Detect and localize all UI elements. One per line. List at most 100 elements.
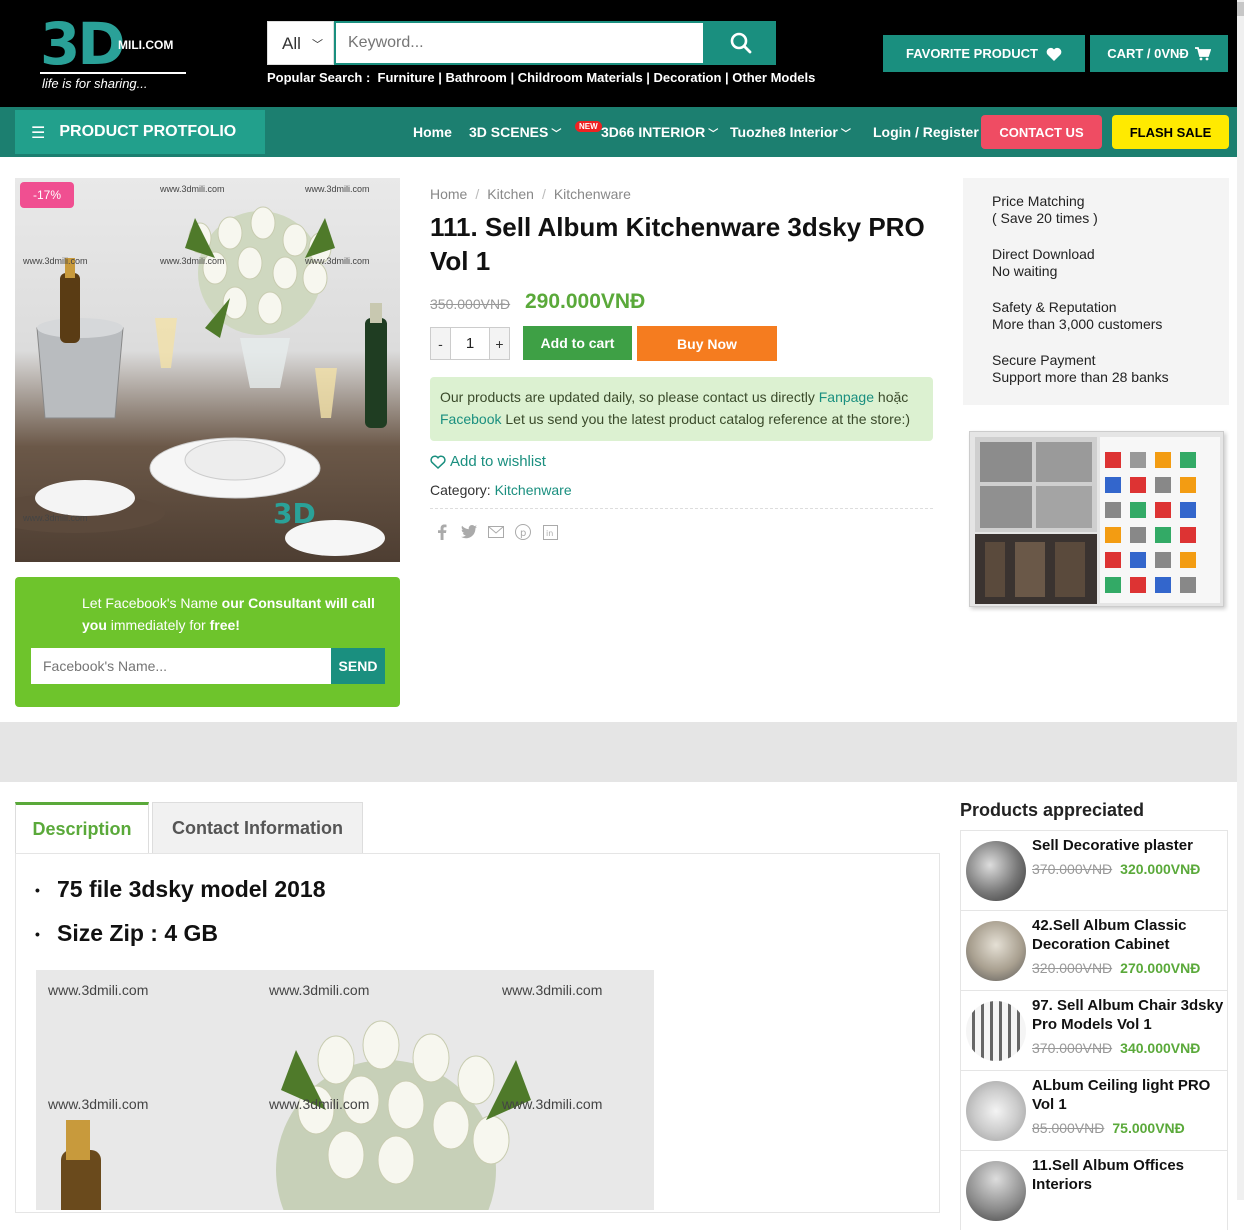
nav-3d66-interior[interactable]: 3D66 INTERIOR ﹀ bbox=[601, 124, 718, 140]
logo-domain: MILI.COM bbox=[118, 38, 174, 52]
scrollbar-thumb[interactable] bbox=[1237, 2, 1244, 16]
sale-badge: -17% bbox=[20, 182, 75, 208]
appreciated-item[interactable]: ALbum Ceiling light PRO Vol 1 85.000VNĐ 7… bbox=[960, 1070, 1228, 1150]
tab-contact-information[interactable]: Contact Information bbox=[152, 802, 363, 854]
appreciated-name: 97. Sell Album Chair 3dsky Pro Models Vo… bbox=[1032, 997, 1224, 1033]
search-input[interactable] bbox=[334, 21, 705, 65]
callback-text: Let Facebook's Name our Consultant will … bbox=[82, 592, 382, 636]
callback-text-4: immediately for bbox=[110, 617, 206, 633]
benefit-sub: ( Save 20 times ) bbox=[992, 210, 1098, 226]
benefit-title: Price Matching bbox=[992, 193, 1085, 209]
watermark: www.3dmili.com bbox=[48, 982, 149, 998]
sale-price: 270.000VNĐ bbox=[1120, 960, 1201, 976]
tab-description[interactable]: Description bbox=[15, 802, 149, 854]
description-bullet: Size Zip : 4 GB bbox=[35, 920, 219, 947]
benefit-direct-download: Direct Download No waiting bbox=[992, 246, 1229, 280]
watermark: www.3dmili.com bbox=[160, 256, 225, 266]
old-price: 85.000VNĐ bbox=[1032, 1120, 1105, 1136]
send-button[interactable]: SEND bbox=[331, 648, 385, 684]
breadcrumb-separator: / bbox=[541, 186, 546, 202]
catalog-banner-image[interactable] bbox=[969, 431, 1224, 607]
nav-3d-scenes[interactable]: 3D SCENES ﹀ bbox=[469, 124, 561, 140]
sale-price: 290.000VNĐ bbox=[525, 290, 646, 313]
nav-login-register[interactable]: Login / Register bbox=[873, 124, 979, 140]
product-portfolio-menu[interactable]: ☰ PRODUCT PROTFOLIO bbox=[15, 110, 265, 154]
search-category-select[interactable]: All ﹀ bbox=[267, 21, 334, 65]
appreciated-prices: 370.000VNĐ 320.000VNĐ bbox=[1032, 861, 1200, 877]
logo-mark: 3D bbox=[40, 10, 125, 78]
callback-text-5: free! bbox=[209, 617, 240, 633]
breadcrumb-home[interactable]: Home bbox=[430, 186, 467, 202]
catalog-image bbox=[975, 437, 1220, 604]
logo-tagline: life is for sharing... bbox=[42, 76, 148, 91]
quantity-input[interactable]: 1 bbox=[451, 327, 489, 360]
svg-text:in: in bbox=[546, 529, 553, 538]
breadcrumb-separator: / bbox=[475, 186, 480, 202]
products-appreciated-title: Products appreciated bbox=[960, 800, 1145, 820]
divider bbox=[430, 508, 933, 509]
facebook-icon[interactable] bbox=[434, 524, 450, 540]
appreciated-item[interactable]: 11.Sell Album Offices Interiors bbox=[960, 1150, 1228, 1230]
buy-now-button[interactable]: Buy Now bbox=[637, 326, 777, 361]
menu-icon: ☰ bbox=[31, 125, 46, 142]
site-logo[interactable]: 3D MILI.COM life is for sharing... bbox=[40, 10, 190, 94]
search-button[interactable] bbox=[705, 21, 776, 65]
breadcrumb-kitchen[interactable]: Kitchen bbox=[487, 186, 534, 202]
watermark: www.3dmili.com bbox=[160, 184, 225, 194]
benefit-sub: Support more than 28 banks bbox=[992, 369, 1169, 385]
product-thumbnail bbox=[966, 1161, 1026, 1221]
product-thumbnail bbox=[966, 921, 1026, 981]
contact-us-button[interactable]: CONTACT US bbox=[981, 115, 1102, 149]
nav-3d66-label: 3D66 INTERIOR bbox=[601, 124, 706, 140]
search-icon bbox=[730, 32, 751, 54]
cart-icon bbox=[1194, 46, 1211, 60]
watermark: www.3dmili.com bbox=[269, 982, 370, 998]
pinterest-icon[interactable]: p bbox=[515, 524, 531, 540]
category-link[interactable]: Kitchenware bbox=[495, 482, 572, 498]
description-image: www.3dmili.com www.3dmili.com www.3dmili… bbox=[36, 970, 654, 1210]
appreciated-item[interactable]: 42.Sell Album Classic Decoration Cabinet… bbox=[960, 910, 1228, 990]
old-price: 320.000VNĐ bbox=[1032, 960, 1113, 976]
quantity-decrease-button[interactable]: - bbox=[430, 327, 451, 360]
nav-tuozhe8-interior[interactable]: Tuozhe8 Interior ﹀ bbox=[730, 124, 851, 140]
add-to-cart-button[interactable]: Add to cart bbox=[523, 326, 632, 360]
benefit-title: Secure Payment bbox=[992, 352, 1096, 368]
fanpage-link[interactable]: Fanpage bbox=[819, 389, 874, 405]
flash-sale-button[interactable]: FLASH SALE bbox=[1112, 115, 1229, 149]
description-photo bbox=[61, 1020, 531, 1210]
main-nav: ☰ PRODUCT PROTFOLIO Home 3D SCENES ﹀ NEW … bbox=[0, 107, 1244, 157]
facebook-name-input[interactable] bbox=[31, 648, 331, 684]
facebook-link[interactable]: Facebook bbox=[440, 411, 501, 427]
popular-search: Popular Search : Furniture | Bathroom | … bbox=[267, 70, 815, 85]
sale-price: 75.000VNĐ bbox=[1112, 1120, 1185, 1136]
linkedin-icon[interactable]: in bbox=[542, 524, 558, 540]
sale-price: 340.000VNĐ bbox=[1120, 1040, 1201, 1056]
benefit-safety: Safety & Reputation More than 3,000 custo… bbox=[992, 299, 1229, 333]
breadcrumb-kitchenware[interactable]: Kitchenware bbox=[554, 186, 631, 202]
add-to-wishlist-link[interactable]: Add to wishlist bbox=[430, 453, 546, 470]
popular-links[interactable]: Furniture | Bathroom | Childroom Materia… bbox=[378, 70, 816, 85]
nav-tuozhe8-label: Tuozhe8 Interior bbox=[730, 124, 838, 140]
bullet-text: Size Zip : 4 GB bbox=[57, 920, 219, 946]
twitter-icon[interactable] bbox=[461, 524, 477, 540]
popular-label: Popular Search : bbox=[267, 70, 371, 85]
favorite-product-button[interactable]: FAVORITE PRODUCT bbox=[883, 35, 1085, 72]
product-image[interactable]: 3D www.3dmili.com www.3dmili.com www.3dm… bbox=[15, 178, 400, 562]
chevron-down-icon: ﹀ bbox=[840, 129, 851, 140]
watermark: www.3dmili.com bbox=[502, 982, 603, 998]
nav-home[interactable]: Home bbox=[413, 124, 452, 140]
breadcrumb: Home / Kitchen / Kitchenware bbox=[430, 186, 631, 202]
page-scrollbar[interactable] bbox=[1237, 0, 1244, 1200]
quantity-increase-button[interactable]: + bbox=[489, 327, 510, 360]
appreciated-item[interactable]: Sell Decorative plaster 370.000VNĐ 320.00… bbox=[960, 830, 1228, 910]
portfolio-label: PRODUCT PROTFOLIO bbox=[59, 123, 237, 140]
benefit-title: Direct Download bbox=[992, 246, 1095, 262]
heart-icon bbox=[1046, 47, 1062, 61]
description-bullet: 75 file 3dsky model 2018 bbox=[35, 876, 325, 903]
wishlist-label: Add to wishlist bbox=[450, 453, 546, 470]
email-icon[interactable] bbox=[488, 524, 504, 540]
benefit-sub: More than 3,000 customers bbox=[992, 316, 1163, 332]
cart-button[interactable]: CART / 0VNĐ bbox=[1090, 35, 1228, 72]
watermark: www.3dmili.com bbox=[305, 256, 370, 266]
appreciated-item[interactable]: 97. Sell Album Chair 3dsky Pro Models Vo… bbox=[960, 990, 1228, 1070]
